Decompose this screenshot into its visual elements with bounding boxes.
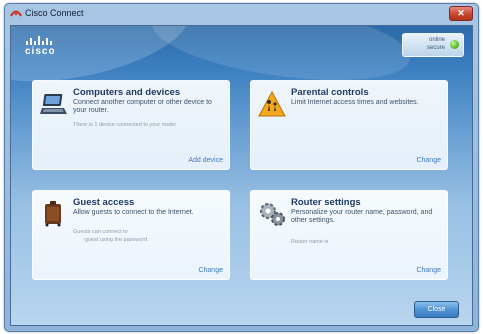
parental-controls-icon: [258, 90, 286, 117]
change-parental-controls-link[interactable]: Change: [416, 157, 441, 164]
router-settings-icon: [260, 203, 285, 226]
main-panel: cisco online secure Computers and device…: [10, 25, 473, 326]
tile-title: Guest access: [73, 197, 135, 208]
tile-title: Computers and devices: [73, 87, 181, 98]
tile-description: Connect another computer or other device…: [73, 99, 212, 114]
guest-access-icon: [45, 201, 61, 227]
tile-guest-access: Guest access Allow guests to connect to …: [32, 190, 230, 280]
tile-computers-devices: Computers and devices Connect another co…: [32, 80, 230, 170]
cisco-app-icon: [10, 10, 22, 17]
tile-parental-controls: Parental controls Limit Internet access …: [250, 80, 448, 170]
tile-title: Parental controls: [291, 87, 369, 98]
cisco-wordmark: cisco: [25, 46, 56, 57]
tile-router-settings: Router settings Personalize your router …: [250, 190, 448, 280]
guest-info-line1: Guests can connect to: [73, 229, 128, 235]
status-indicator-icon: [450, 40, 459, 49]
guest-info-line2: -guest using the password: [83, 237, 148, 243]
app-window: Cisco Connect ✕ cisco online secure Comp…: [4, 3, 479, 332]
window-title: Cisco Connect: [25, 8, 84, 18]
change-router-settings-link[interactable]: Change: [416, 267, 441, 274]
status-secure-text: secure: [426, 45, 445, 51]
window-close-button[interactable]: ✕: [449, 6, 473, 21]
tile-description: Allow guests to connect to the Internet.: [73, 209, 194, 216]
change-guest-access-link[interactable]: Change: [198, 267, 223, 274]
status-online-text: online: [428, 37, 445, 43]
title-bar: Cisco Connect ✕: [5, 4, 478, 23]
add-device-link[interactable]: Add device: [188, 157, 223, 164]
tile-title: Router settings: [291, 197, 361, 208]
tile-description: Limit Internet access times and websites…: [291, 99, 419, 106]
router-name-text: Router name is: [291, 239, 329, 245]
close-button[interactable]: Close: [414, 301, 459, 318]
connection-status: online secure: [402, 33, 464, 57]
tile-description: Personalize your router name, password, …: [291, 209, 433, 224]
computer-icon: [40, 94, 67, 114]
device-count-text: There is 1 device connected to your rout…: [73, 122, 177, 128]
